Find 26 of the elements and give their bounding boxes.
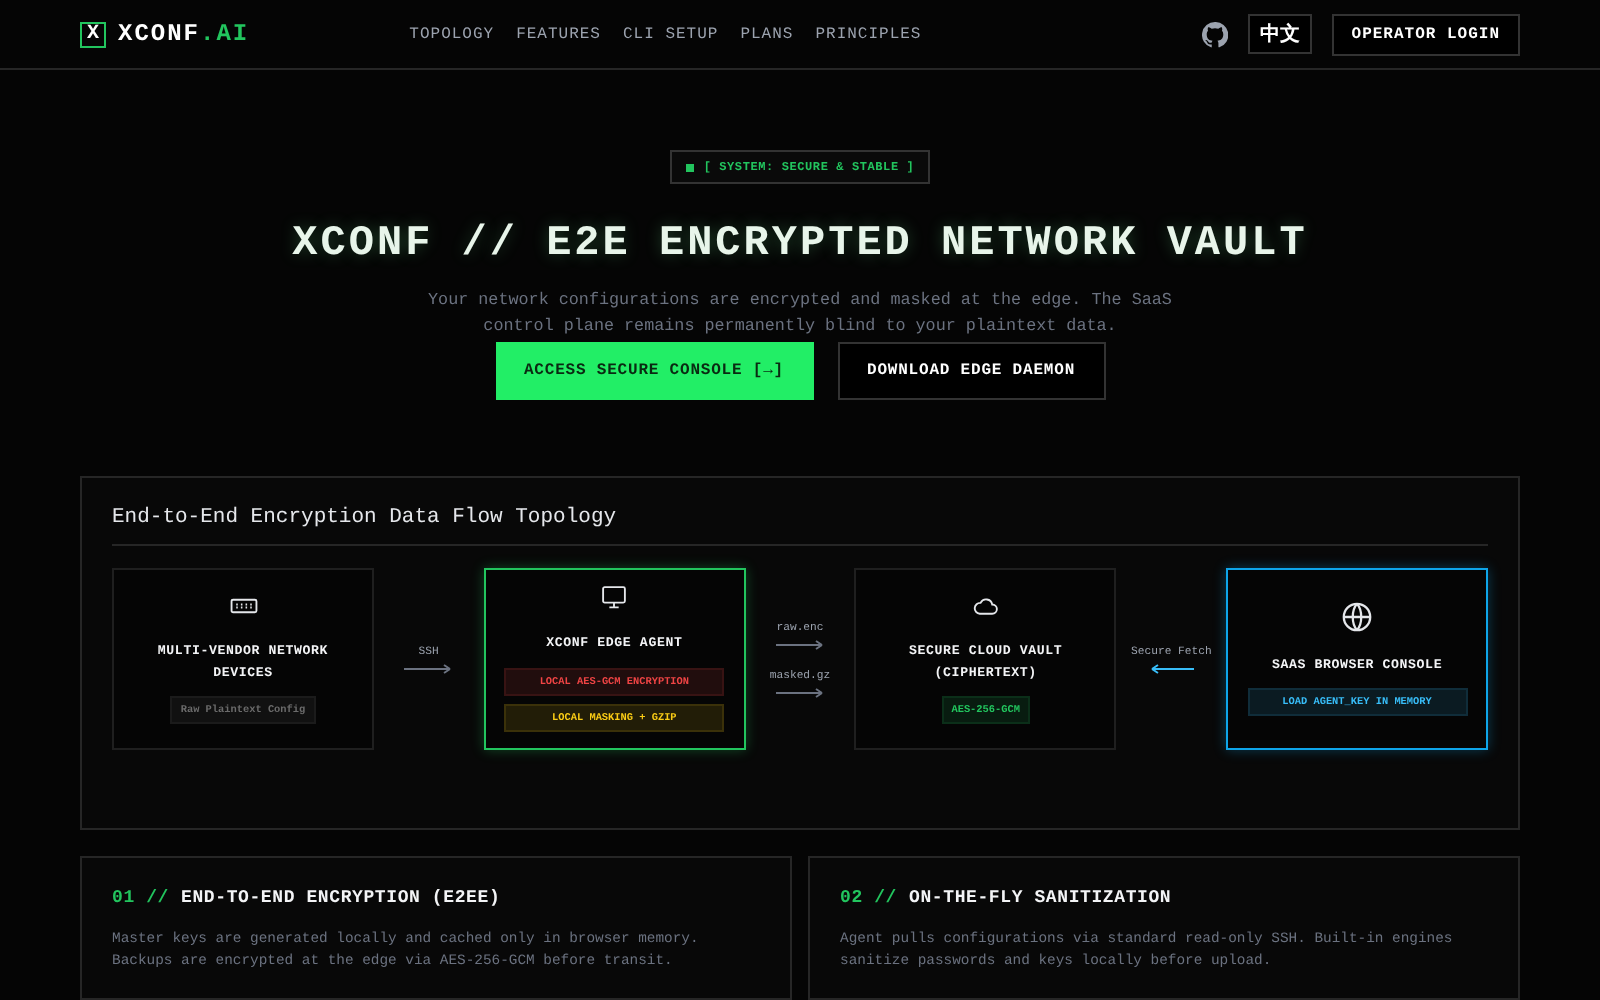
- console-button[interactable]: ACCESS SECURE CONSOLE [→]: [495, 342, 813, 400]
- nav-link[interactable]: PRINCIPLES: [815, 25, 922, 43]
- login-button[interactable]: OPERATOR LOGIN: [1331, 13, 1520, 55]
- language-button[interactable]: 中文: [1247, 14, 1312, 54]
- feature-heading: ON-THE-FLY SANITIZATION: [909, 888, 1172, 908]
- github-icon[interactable]: [1201, 21, 1228, 47]
- logo-mark: X: [80, 21, 106, 47]
- nav-link[interactable]: PLANS: [740, 25, 794, 43]
- feature-heading: END-TO-END ENCRYPTION (E2EE): [181, 888, 501, 908]
- feature-number: 01 //: [112, 888, 170, 908]
- logo-text: XCONF.AI: [118, 20, 250, 48]
- download-button[interactable]: DOWNLOAD EDGE DAEMON: [837, 342, 1105, 400]
- nav-link[interactable]: CLI SETUP: [622, 25, 719, 43]
- monitor-icon: [600, 584, 629, 613]
- status-icon: [685, 163, 694, 171]
- panel-title: End-to-End Encryption Data Flow Topology: [112, 506, 1488, 546]
- hero-description: Your network configurations are encrypted and masked at the edge. The SaaS control plane remains permanently blind to your plaintext data.: [426, 288, 1174, 340]
- globe-icon: [1340, 599, 1375, 634]
- nav-link[interactable]: FEATURES: [516, 25, 601, 43]
- arrow-icon: [1149, 663, 1194, 673]
- arrow-icon: [776, 687, 824, 697]
- arrow-icon: [404, 663, 453, 673]
- hero-title: XCONF // E2E ENCRYPTED NETWORK VAULT: [292, 222, 1308, 268]
- nav-link[interactable]: TOPOLOGY: [409, 25, 495, 43]
- arrow-icon: [776, 639, 824, 649]
- feature-number: 02 //: [840, 888, 898, 908]
